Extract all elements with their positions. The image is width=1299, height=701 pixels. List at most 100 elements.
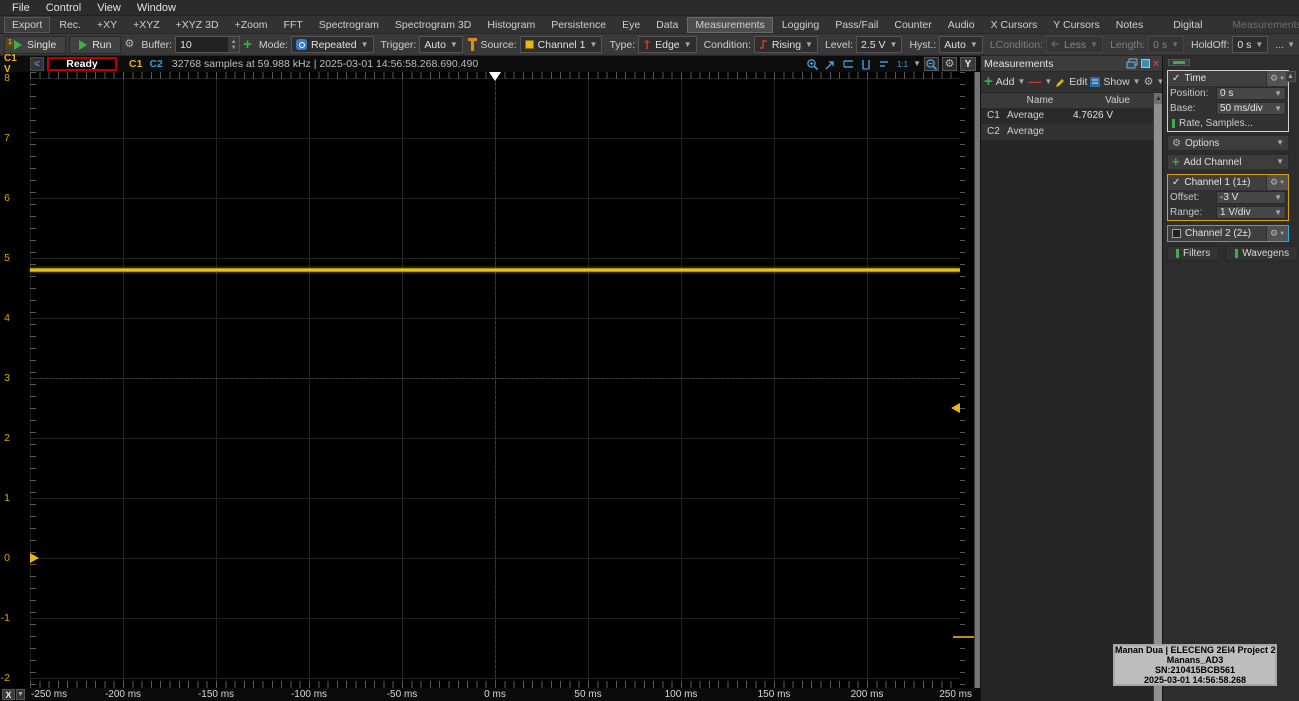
offset-select[interactable]: -3 V ▼ xyxy=(1216,191,1286,204)
view-tab[interactable]: Audio xyxy=(941,18,982,32)
one-to-one-icon[interactable]: 1:1 xyxy=(895,57,910,71)
view-tab[interactable]: +XYZ xyxy=(126,18,167,32)
holdoff-select[interactable]: 0 s ▼ xyxy=(1232,36,1269,53)
channel1-tag[interactable]: C1 xyxy=(129,58,142,70)
add-icon[interactable]: + xyxy=(243,37,252,52)
zoom-out-icon[interactable] xyxy=(924,57,939,71)
add-measurement-button[interactable]: + Add ▼ xyxy=(984,74,1025,89)
plot-settings-gear-icon[interactable]: ⚙ xyxy=(942,57,957,71)
view-tab[interactable]: Persistence xyxy=(544,18,613,32)
trigger-position-marker[interactable] xyxy=(489,72,501,81)
channel2-tag[interactable]: C2 xyxy=(149,58,162,70)
trigger-select[interactable]: Auto ▼ xyxy=(419,36,463,53)
view-tab[interactable]: Counter xyxy=(887,18,938,32)
base-select[interactable]: 50 ms/div ▼ xyxy=(1216,102,1286,115)
position-select[interactable]: 0 s ▼ xyxy=(1216,87,1286,100)
channel2-header[interactable]: Channel 2 (2±) ⚙ ▼ xyxy=(1168,226,1288,241)
filters-button[interactable]: Filters xyxy=(1167,246,1220,261)
view-tab[interactable]: Rec. xyxy=(52,18,88,32)
trigger-level-marker[interactable] xyxy=(951,403,960,413)
channel1-trace[interactable] xyxy=(30,268,960,272)
range-label: Range: xyxy=(1170,207,1203,218)
scroll-up-icon[interactable]: ▲ xyxy=(1285,71,1296,82)
view-tab[interactable]: Spectrogram 3D xyxy=(388,18,478,32)
y-axis-toggle-button[interactable]: Y xyxy=(960,57,976,71)
time-group-header[interactable]: ✓ Time ⚙ ▼ xyxy=(1168,71,1288,86)
zoom-region-icon[interactable] xyxy=(823,57,838,71)
fit-all-icon[interactable] xyxy=(877,57,892,71)
trigger-probe-icon[interactable] xyxy=(467,38,476,51)
rate-samples-button[interactable]: Rate, Samples... xyxy=(1168,116,1288,131)
buffer-stepper[interactable]: 10 ▲ ▼ xyxy=(175,36,241,53)
view-tab[interactable]: Logging xyxy=(775,18,826,32)
mode-select[interactable]: Repeated ▼ xyxy=(291,36,374,53)
edit-measurement-button[interactable]: Edit xyxy=(1055,76,1087,88)
zoom-in-icon[interactable] xyxy=(805,57,820,71)
channel1-header[interactable]: ✓ Channel 1 (1±) ⚙ ▼ xyxy=(1168,175,1288,190)
remove-measurement-button[interactable]: — ▼ xyxy=(1028,75,1052,88)
measurements-title-bar[interactable]: Measurements × xyxy=(981,56,1162,72)
menu-item[interactable]: Window xyxy=(129,1,184,15)
view-tab[interactable]: Digital xyxy=(1166,18,1209,32)
check-icon[interactable]: ✓ xyxy=(1172,177,1180,188)
view-tab[interactable]: +XYZ 3D xyxy=(169,18,226,32)
view-tab[interactable]: Eye xyxy=(615,18,647,32)
view-tab[interactable]: +Zoom xyxy=(228,18,275,32)
chevron-down-icon[interactable]: ▼ xyxy=(1287,40,1295,49)
length-select[interactable]: 0 s ▼ xyxy=(1148,36,1185,53)
view-tab[interactable]: X Cursors xyxy=(984,18,1045,32)
measurement-row[interactable]: C1 Average 4.7626 V xyxy=(981,108,1162,124)
hysteresis-select[interactable]: Auto ▼ xyxy=(939,36,983,53)
view-tab[interactable]: Spectrogram xyxy=(312,18,386,32)
copy-window-icon[interactable] xyxy=(1126,58,1138,69)
type-select[interactable]: Edge ▼ xyxy=(638,36,697,53)
waveform-plot[interactable] xyxy=(30,72,960,688)
view-tab[interactable]: +XY xyxy=(90,18,124,32)
range-select[interactable]: 1 V/div ▼ xyxy=(1216,206,1286,219)
check-icon[interactable]: ✓ xyxy=(1172,73,1180,84)
close-icon[interactable]: × xyxy=(1153,58,1159,69)
single-button[interactable]: 1 Single xyxy=(4,35,67,54)
x-axis-toggle-button[interactable]: X ▼ xyxy=(2,689,25,700)
chevron-left-icon[interactable]: < xyxy=(30,57,44,71)
gear-icon[interactable]: ⚙ xyxy=(124,38,134,52)
level-select[interactable]: 2.5 V ▼ xyxy=(856,36,903,53)
add-channel-row[interactable]: + Add Channel ▼ xyxy=(1167,154,1289,170)
column-value[interactable]: Value xyxy=(1073,95,1162,106)
column-name[interactable]: Name xyxy=(1007,95,1073,106)
show-label: Show xyxy=(1103,76,1130,88)
view-tab[interactable]: Measurements xyxy=(687,16,773,33)
checkbox-unchecked-icon[interactable] xyxy=(1172,229,1181,238)
menu-item[interactable]: Control xyxy=(38,1,89,15)
view-tab[interactable]: Y Cursors xyxy=(1046,18,1107,32)
fit-width-icon[interactable] xyxy=(841,57,856,71)
chevron-down-icon[interactable]: ▼ xyxy=(913,60,921,68)
run-button[interactable]: Run xyxy=(69,35,122,54)
lcondition-select[interactable]: Less ▼ xyxy=(1045,36,1104,53)
view-tab[interactable]: FFT xyxy=(277,18,310,32)
fit-height-icon[interactable] xyxy=(859,57,874,71)
channel1-offset-marker[interactable] xyxy=(30,553,39,563)
time-group-title: Time xyxy=(1184,73,1207,84)
source-select[interactable]: Channel 1 ▼ xyxy=(519,36,603,53)
view-tab[interactable]: Export xyxy=(4,16,51,33)
measurement-row[interactable]: C2 Average xyxy=(981,124,1162,140)
view-tab[interactable]: Pass/Fail xyxy=(828,18,885,32)
channel2-gear-button[interactable]: ⚙ ▼ xyxy=(1266,226,1288,241)
measurements-scrollbar[interactable]: ▲ xyxy=(1153,93,1163,701)
view-tab[interactable]: Data xyxy=(649,18,685,32)
show-measurement-button[interactable]: Show ▼ xyxy=(1090,76,1141,88)
menu-item[interactable]: File xyxy=(4,1,38,15)
toolbar-overflow-button[interactable]: ... xyxy=(1275,39,1284,51)
condition-select[interactable]: Rising ▼ xyxy=(753,36,818,53)
menu-item[interactable]: View xyxy=(89,1,129,15)
view-tab[interactable]: Measurements xyxy=(1225,18,1299,32)
options-row[interactable]: ⚙ Options ▼ xyxy=(1167,135,1289,151)
view-tab[interactable]: Histogram xyxy=(480,18,542,32)
wavegens-button[interactable]: Wavegens xyxy=(1226,246,1299,261)
channel1-gear-button[interactable]: ⚙ ▼ xyxy=(1266,175,1288,190)
collapse-panel-button[interactable] xyxy=(1168,59,1190,66)
view-tab[interactable]: Notes xyxy=(1109,18,1150,32)
stepper-arrows-icon[interactable]: ▲ ▼ xyxy=(228,37,240,52)
maximize-icon[interactable] xyxy=(1140,59,1150,68)
